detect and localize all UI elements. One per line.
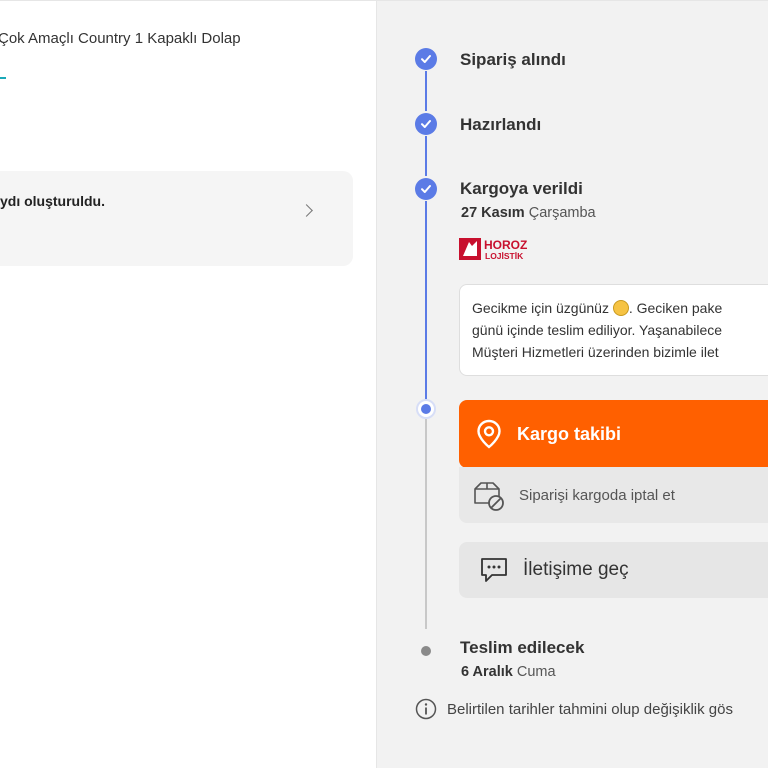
- check-icon: [415, 48, 437, 70]
- timeline-connector: [425, 201, 427, 401]
- step-title-ordered: Sipariş alındı: [460, 50, 566, 69]
- step-title-prepared: Hazırlandı: [460, 115, 542, 134]
- order-tracking-page: Çok Amaçlı Country 1 Kapaklı Dolap ydı o…: [0, 0, 768, 768]
- message-line1a: Gecikme için üzgünüz: [472, 300, 613, 316]
- order-status-card-text: ydı oluşturuldu.: [0, 193, 105, 209]
- timeline-connector: [425, 71, 427, 111]
- timeline-connector-pending: [425, 419, 427, 629]
- estimate-note: Belirtilen tarihler tahmini olup değişik…: [415, 698, 733, 720]
- contact-label: İletişime geç: [523, 559, 629, 580]
- check-icon: [415, 178, 437, 200]
- cancel-order-label: Siparişi kargoda iptal et: [519, 486, 675, 504]
- delay-message: Gecikme için üzgünüz . Geciken pake günü…: [459, 284, 768, 376]
- delivery-date-day: 6 Aralık: [461, 664, 513, 680]
- shipped-date: 27 Kasım Çarşamba: [461, 205, 596, 221]
- order-details-panel: Çok Amaçlı Country 1 Kapaklı Dolap ydı o…: [0, 0, 376, 768]
- delivery-date-weekday: Cuma: [516, 664, 556, 680]
- message-line1b: . Geciken pake: [628, 300, 723, 316]
- cancel-order-in-cargo-button[interactable]: Siparişi kargoda iptal et: [459, 467, 768, 523]
- order-status-card[interactable]: [0, 171, 353, 266]
- timeline-connector: [425, 136, 427, 176]
- check-icon: [415, 113, 437, 135]
- carrier-name: HOROZ: [484, 238, 527, 252]
- package-cancel-icon: [474, 482, 504, 511]
- link-underline: [0, 77, 6, 79]
- track-shipment-label: Kargo takibi: [517, 423, 622, 444]
- shipped-date-day: 27 Kasım: [461, 205, 525, 221]
- sad-face-icon: [612, 300, 629, 316]
- shipment-timeline-panel: Sipariş alındı Hazırlandı Kargoya verild…: [376, 0, 768, 768]
- delivery-date: 6 Aralık Cuma: [461, 664, 556, 680]
- message-line2: günü içinde teslim ediliyor. Yaşanabilec…: [472, 322, 723, 338]
- upcoming-step-dot: [421, 646, 431, 656]
- carrier-subname: LOJİSTİK: [485, 251, 524, 261]
- estimate-note-text: Belirtilen tarihler tahmini olup değişik…: [447, 700, 733, 718]
- step-title-delivery: Teslim edilecek: [460, 638, 585, 657]
- message-line3: Müşteri Hizmetleri üzerinden bizimle ile…: [472, 344, 719, 360]
- current-step-indicator: [416, 399, 436, 419]
- chat-bubble-icon: [481, 558, 507, 582]
- step-title-shipped: Kargoya verildi: [460, 179, 583, 198]
- track-shipment-button[interactable]: Kargo takibi: [459, 400, 768, 468]
- shipped-date-weekday: Çarşamba: [528, 205, 596, 221]
- carrier-logo: HOROZ LOJİSTİK: [459, 238, 527, 261]
- contact-button[interactable]: İletişime geç: [459, 542, 768, 598]
- location-pin-icon: [477, 419, 501, 449]
- info-icon: [415, 698, 437, 720]
- product-name[interactable]: Çok Amaçlı Country 1 Kapaklı Dolap: [0, 30, 241, 47]
